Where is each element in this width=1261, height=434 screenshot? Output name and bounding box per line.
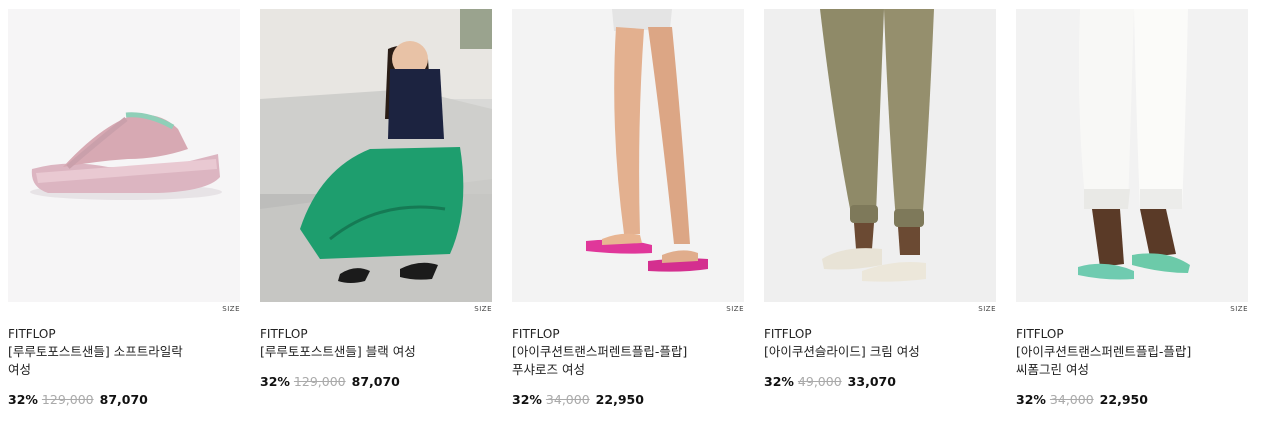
original-price: 34,000 xyxy=(545,392,590,407)
original-price: 129,000 xyxy=(293,374,346,389)
discount-rate: 32% xyxy=(512,392,542,407)
brand-name[interactable]: FITFLOP xyxy=(8,326,240,343)
model-green-skirt-image xyxy=(260,9,492,302)
product-name[interactable]: [루루토포스트샌들] 블랙 여성 xyxy=(260,343,480,361)
cream-slide-jogger-image xyxy=(764,9,996,302)
size-label: SIZE xyxy=(1230,305,1248,313)
product-card[interactable]: SIZE FITFLOP [루루토포스트샌들] 블랙 여성 32% 129,000… xyxy=(260,9,492,391)
product-name[interactable]: [아이쿠션슬라이드] 크림 여성 xyxy=(764,343,984,361)
original-price: 49,000 xyxy=(797,374,842,389)
brand-name[interactable]: FITFLOP xyxy=(512,326,744,343)
product-card[interactable]: SIZE FITFLOP [아이쿠션트랜스퍼렌트플립-플랍] 씨폼그린 여성 3… xyxy=(1016,9,1248,409)
discount-rate: 32% xyxy=(8,392,38,407)
price-row: 32% 49,000 33,070 xyxy=(764,373,996,391)
product-name[interactable]: [루루토포스트샌들] 소프트라일락 여성 xyxy=(8,343,228,379)
price-row: 32% 34,000 22,950 xyxy=(1016,391,1248,409)
lilac-sandal-image xyxy=(8,9,240,302)
product-card[interactable]: SIZE FITFLOP [아이쿠션슬라이드] 크림 여성 32% 49,000 3… xyxy=(764,9,996,391)
product-image[interactable] xyxy=(512,9,744,302)
sale-price: 87,070 xyxy=(351,374,400,389)
product-name[interactable]: [아이쿠션트랜스퍼렌트플립-플랍] 푸샤로즈 여성 xyxy=(512,343,732,379)
sale-price: 33,070 xyxy=(847,374,896,389)
discount-rate: 32% xyxy=(764,374,794,389)
product-grid: SIZE FITFLOP [루루토포스트샌들] 소프트라일락 여성 32% 129… xyxy=(0,0,1261,434)
product-image[interactable] xyxy=(8,9,240,302)
discount-rate: 32% xyxy=(1016,392,1046,407)
price-row: 32% 129,000 87,070 xyxy=(8,391,240,409)
size-label: SIZE xyxy=(474,305,492,313)
brand-name[interactable]: FITFLOP xyxy=(260,326,492,343)
brand-name[interactable]: FITFLOP xyxy=(764,326,996,343)
product-card[interactable]: SIZE FITFLOP [루루토포스트샌들] 소프트라일락 여성 32% 129… xyxy=(8,9,240,409)
price-row: 32% 129,000 87,070 xyxy=(260,373,492,391)
brand-name[interactable]: FITFLOP xyxy=(1016,326,1248,343)
size-label: SIZE xyxy=(978,305,996,313)
size-label: SIZE xyxy=(222,305,240,313)
original-price: 129,000 xyxy=(41,392,94,407)
discount-rate: 32% xyxy=(260,374,290,389)
green-flipflop-white-pants-image xyxy=(1016,9,1248,302)
product-image[interactable] xyxy=(260,9,492,302)
price-row: 32% 34,000 22,950 xyxy=(512,391,744,409)
product-image[interactable] xyxy=(764,9,996,302)
product-card[interactable]: SIZE FITFLOP [아이쿠션트랜스퍼렌트플립-플랍] 푸샤로즈 여성 3… xyxy=(512,9,744,409)
size-label: SIZE xyxy=(726,305,744,313)
original-price: 34,000 xyxy=(1049,392,1094,407)
product-name[interactable]: [아이쿠션트랜스퍼렌트플립-플랍] 씨폼그린 여성 xyxy=(1016,343,1236,379)
sale-price: 22,950 xyxy=(1099,392,1148,407)
product-image[interactable] xyxy=(1016,9,1248,302)
sale-price: 22,950 xyxy=(595,392,644,407)
sale-price: 87,070 xyxy=(99,392,148,407)
pink-flipflop-legs-image xyxy=(512,9,744,302)
